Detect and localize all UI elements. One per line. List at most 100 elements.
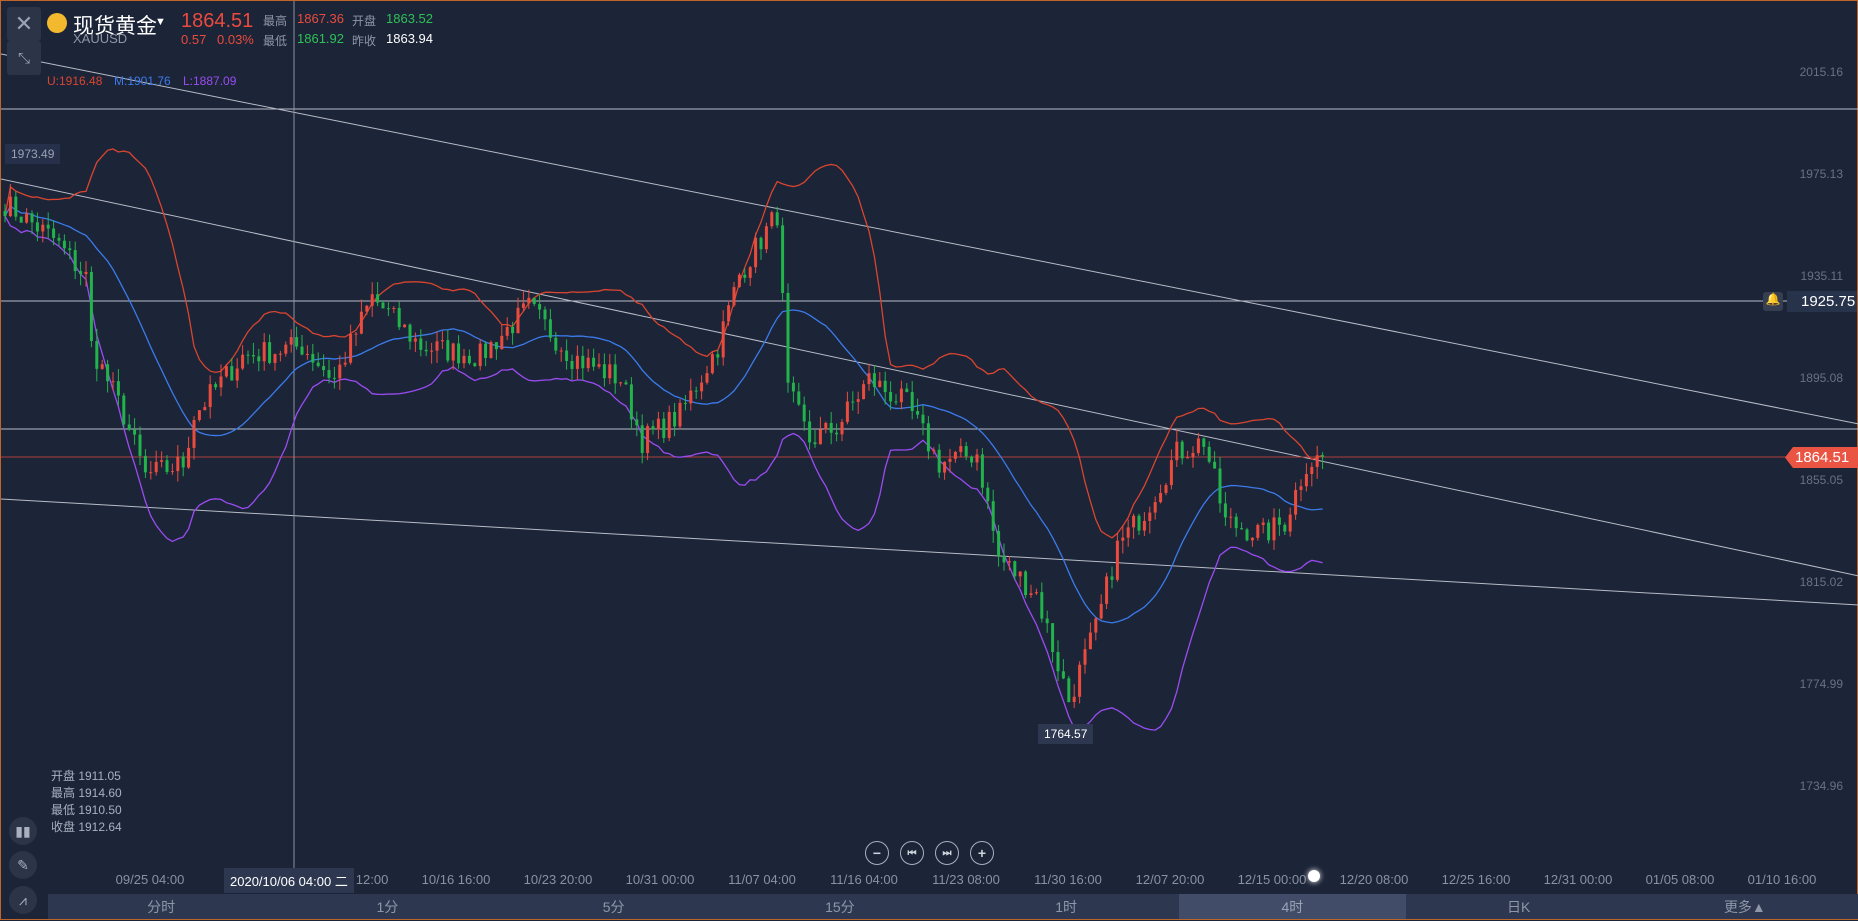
candle	[376, 294, 380, 303]
tab-5分[interactable]: 5分	[501, 894, 727, 919]
zoom-in-button[interactable]: +	[970, 841, 994, 865]
candle	[1272, 517, 1276, 541]
candle	[889, 392, 893, 402]
tab-4时[interactable]: 4时	[1179, 894, 1406, 919]
candle	[262, 342, 266, 362]
candle	[786, 292, 790, 383]
time-tick: 11/30 16:00	[1034, 872, 1102, 887]
candle	[1099, 603, 1103, 619]
symbol-dropdown-icon[interactable]: ▼	[155, 16, 166, 28]
low-label: 最低	[263, 34, 288, 48]
candle	[527, 297, 531, 304]
indicator-button[interactable]: ⩘	[9, 886, 37, 914]
tab-1时[interactable]: 1时	[953, 894, 1179, 919]
candle	[1315, 455, 1319, 467]
bell-icon[interactable]: 🔔	[1763, 292, 1783, 311]
candle	[8, 196, 12, 217]
symbol-code: XAUUSD	[73, 31, 128, 46]
time-tick: 12/15 00:00	[1237, 872, 1307, 887]
tab-分时[interactable]: 分时	[48, 894, 274, 919]
time-tick: 01/10 16:00	[1747, 872, 1817, 887]
candle	[413, 338, 417, 342]
candle	[1283, 524, 1287, 532]
candle	[883, 380, 887, 393]
candle	[1148, 512, 1152, 521]
candle	[737, 274, 741, 288]
candle	[656, 418, 660, 430]
candle	[878, 380, 882, 388]
candle	[84, 271, 88, 275]
candle	[295, 337, 299, 347]
candle	[430, 350, 434, 352]
candle	[1002, 555, 1006, 563]
candle	[165, 460, 169, 472]
boll-middle: M:1901.76	[114, 74, 171, 88]
crosshair-time-tag: 2020/10/06 04:00 二	[224, 868, 354, 893]
candle	[905, 388, 909, 393]
candle	[462, 355, 466, 364]
candle	[845, 401, 849, 422]
candle	[565, 350, 569, 361]
candle	[68, 248, 72, 251]
collapse-button[interactable]: ⤡	[7, 41, 41, 75]
chart-type-button[interactable]: ▮▮	[9, 817, 37, 845]
candle	[813, 442, 817, 445]
tab-更多▲[interactable]: 更多▲	[1632, 894, 1858, 919]
scroll-start-button[interactable]: ⏮	[900, 841, 924, 865]
draw-button[interactable]: ✎	[9, 851, 37, 879]
candle	[478, 343, 482, 367]
candle	[35, 222, 39, 232]
tab-1分[interactable]: 1分	[274, 894, 500, 919]
candle	[1250, 537, 1254, 541]
candle	[1018, 571, 1022, 577]
candle	[802, 404, 806, 422]
candle	[403, 324, 407, 328]
candle	[79, 271, 83, 275]
indicator-icon: ⩘	[19, 891, 27, 908]
candle	[894, 401, 898, 403]
candle	[176, 456, 180, 472]
candle	[338, 364, 342, 379]
candle	[1013, 561, 1017, 577]
candle	[635, 419, 639, 426]
candle	[327, 370, 331, 378]
candle	[127, 424, 131, 430]
candle	[608, 364, 612, 379]
candle	[149, 472, 153, 474]
candle	[937, 449, 941, 473]
candle	[370, 294, 374, 306]
candlestick-chart[interactable]	[1, 1, 1858, 921]
ohlc-row: 最低 1910.50	[51, 803, 122, 817]
zoom-out-button[interactable]: −	[865, 841, 889, 865]
close-button[interactable]: ✕	[7, 7, 41, 41]
alert-line-price-tag[interactable]: 1925.75	[1787, 291, 1857, 312]
candle	[840, 421, 844, 435]
candle	[916, 411, 920, 415]
candle	[1321, 455, 1325, 457]
boll-upper-line	[4, 148, 1323, 539]
candle	[554, 337, 558, 351]
scroll-handle[interactable]	[1308, 870, 1320, 882]
candle	[1213, 461, 1217, 469]
tab-日K[interactable]: 日K	[1406, 894, 1632, 919]
candle	[743, 274, 747, 278]
candle	[597, 364, 601, 367]
candle	[57, 237, 61, 241]
candle	[862, 384, 866, 400]
candle	[1304, 474, 1308, 487]
time-tick: 11/23 08:00	[932, 872, 1000, 887]
candle	[548, 319, 552, 338]
candle	[1034, 592, 1038, 594]
close-icon: ✕	[14, 11, 34, 36]
candle	[727, 305, 731, 322]
candle	[543, 309, 547, 320]
scroll-end-button[interactable]: ⏭	[935, 841, 959, 865]
current-price-tag: 1864.51	[1785, 447, 1858, 468]
candle	[943, 461, 947, 473]
candle	[716, 354, 720, 358]
tab-15分[interactable]: 15分	[727, 894, 953, 919]
candle	[1186, 457, 1190, 459]
prev-close-label: 昨收	[352, 34, 377, 48]
candle	[160, 460, 164, 462]
candle	[1261, 522, 1265, 525]
